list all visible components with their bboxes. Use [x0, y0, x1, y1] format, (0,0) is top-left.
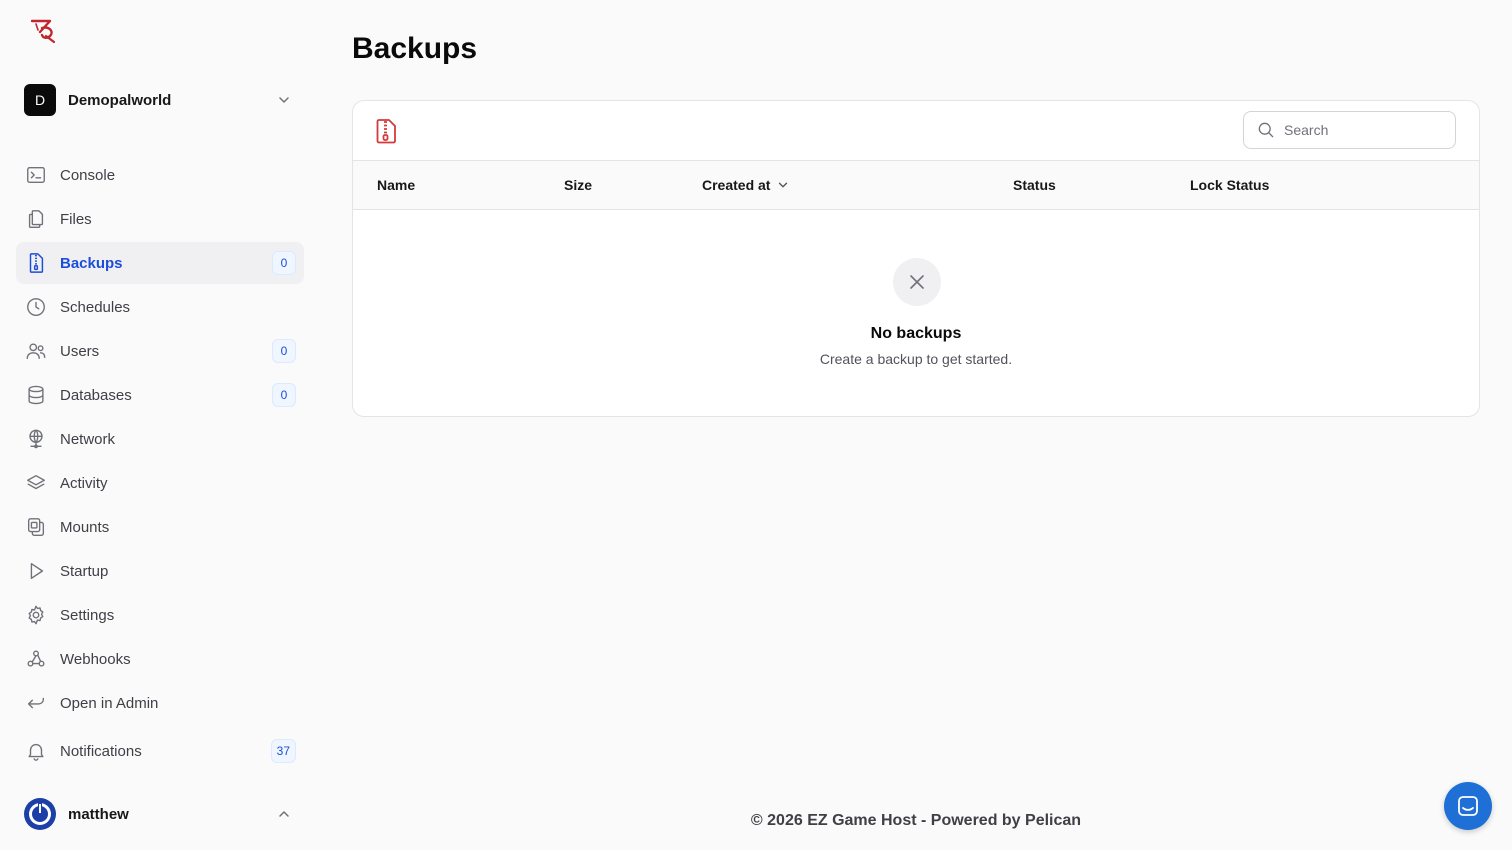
gear-icon	[24, 603, 48, 627]
column-header-size[interactable]: Size	[564, 177, 592, 193]
sidebar-item-label: Console	[60, 166, 116, 184]
mounts-icon	[24, 515, 48, 539]
play-icon	[24, 559, 48, 583]
sidebar-item-open-in-admin[interactable]: Open in Admin	[16, 682, 304, 724]
column-label: Created at	[702, 177, 771, 193]
tenant-avatar: D	[24, 84, 56, 116]
sidebar-nav: Console Files Backups 0 Schedules Users …	[16, 154, 304, 774]
footer-text: © 2026 EZ Game Host - Powered by Pelican	[750, 812, 1082, 829]
sidebar-item-label: Users	[60, 342, 100, 360]
column-header-name[interactable]: Name	[377, 177, 415, 193]
count-badge: 0	[272, 251, 296, 275]
files-icon	[24, 207, 48, 231]
page-title: Backups	[352, 32, 478, 65]
column-header-created-at[interactable]: Created at	[702, 177, 790, 193]
network-icon	[24, 427, 48, 451]
clock-icon	[24, 295, 48, 319]
terminal-icon	[24, 163, 48, 187]
archive-icon	[24, 251, 48, 275]
users-icon	[24, 339, 48, 363]
empty-state-icon-circle	[893, 258, 941, 306]
chat-icon	[1458, 796, 1478, 816]
sidebar-item-label: Activity	[60, 474, 108, 492]
avatar	[24, 798, 56, 830]
count-badge: 37	[270, 739, 296, 763]
close-icon	[910, 275, 924, 289]
sidebar-item-console[interactable]: Console	[16, 154, 304, 196]
sidebar-item-label: Network	[60, 430, 116, 448]
empty-state-subtitle: Create a backup to get started.	[819, 351, 1013, 367]
database-icon	[24, 383, 48, 407]
sidebar: D Demopalworld Console Files Backups 0 S…	[0, 0, 320, 850]
sidebar-item-label: Mounts	[60, 518, 110, 536]
sidebar-item-notifications[interactable]: Notifications 37	[16, 730, 304, 772]
sidebar-item-label: Databases	[60, 386, 132, 404]
sidebar-item-activity[interactable]: Activity	[16, 462, 304, 504]
brand-logo[interactable]	[28, 18, 60, 46]
sidebar-item-label: Open in Admin	[60, 694, 159, 712]
backups-table-card: Name Size Created at Status Lock Status …	[352, 100, 1480, 417]
table-toolbar	[353, 101, 1479, 161]
column-header-status[interactable]: Status	[1013, 177, 1056, 193]
sidebar-item-label: Schedules	[60, 298, 131, 316]
sidebar-item-label: Notifications	[60, 742, 142, 760]
sidebar-item-schedules[interactable]: Schedules	[16, 286, 304, 328]
chevron-up-icon	[279, 811, 289, 817]
search-icon	[1258, 122, 1274, 138]
stack-icon	[24, 471, 48, 495]
user-menu[interactable]: matthew	[24, 797, 298, 831]
sidebar-item-backups[interactable]: Backups 0	[16, 242, 304, 284]
sidebar-item-webhooks[interactable]: Webhooks	[16, 638, 304, 680]
archive-icon	[375, 117, 399, 145]
column-label: Size	[564, 177, 593, 193]
return-arrow-icon	[24, 691, 48, 715]
search-field[interactable]	[1243, 111, 1456, 149]
count-badge: 0	[272, 383, 296, 407]
column-header-lock-status[interactable]: Lock Status	[1190, 177, 1269, 193]
sidebar-item-startup[interactable]: Startup	[16, 550, 304, 592]
sidebar-item-mounts[interactable]: Mounts	[16, 506, 304, 548]
bell-icon	[24, 739, 48, 763]
sidebar-item-settings[interactable]: Settings	[16, 594, 304, 636]
tenant-name: Demopalworld	[68, 91, 172, 109]
user-name: matthew	[68, 805, 129, 823]
count-badge: 0	[272, 339, 296, 363]
column-label: Name	[377, 177, 416, 193]
sidebar-item-files[interactable]: Files	[16, 198, 304, 240]
empty-state-title: No backups	[870, 325, 962, 342]
webhook-icon	[24, 647, 48, 671]
sidebar-item-label: Startup	[60, 562, 109, 580]
sidebar-item-label: Webhooks	[60, 650, 131, 668]
column-label: Status	[1013, 177, 1056, 193]
tenant-switcher[interactable]: D Demopalworld	[24, 84, 298, 116]
sidebar-item-databases[interactable]: Databases 0	[16, 374, 304, 416]
sidebar-item-label: Backups	[60, 254, 123, 272]
sidebar-item-users[interactable]: Users 0	[16, 330, 304, 372]
sidebar-item-network[interactable]: Network	[16, 418, 304, 460]
column-label: Lock Status	[1190, 177, 1270, 193]
chat-launcher-button[interactable]	[1444, 782, 1492, 830]
sidebar-item-label: Settings	[60, 606, 115, 624]
empty-state: No backups Create a backup to get starte…	[353, 210, 1479, 416]
search-input[interactable]	[1284, 122, 1444, 138]
table-header: Name Size Created at Status Lock Status	[353, 161, 1479, 210]
sidebar-item-label: Files	[60, 210, 92, 228]
chevron-down-icon	[779, 182, 788, 188]
chevron-down-icon	[279, 97, 289, 103]
